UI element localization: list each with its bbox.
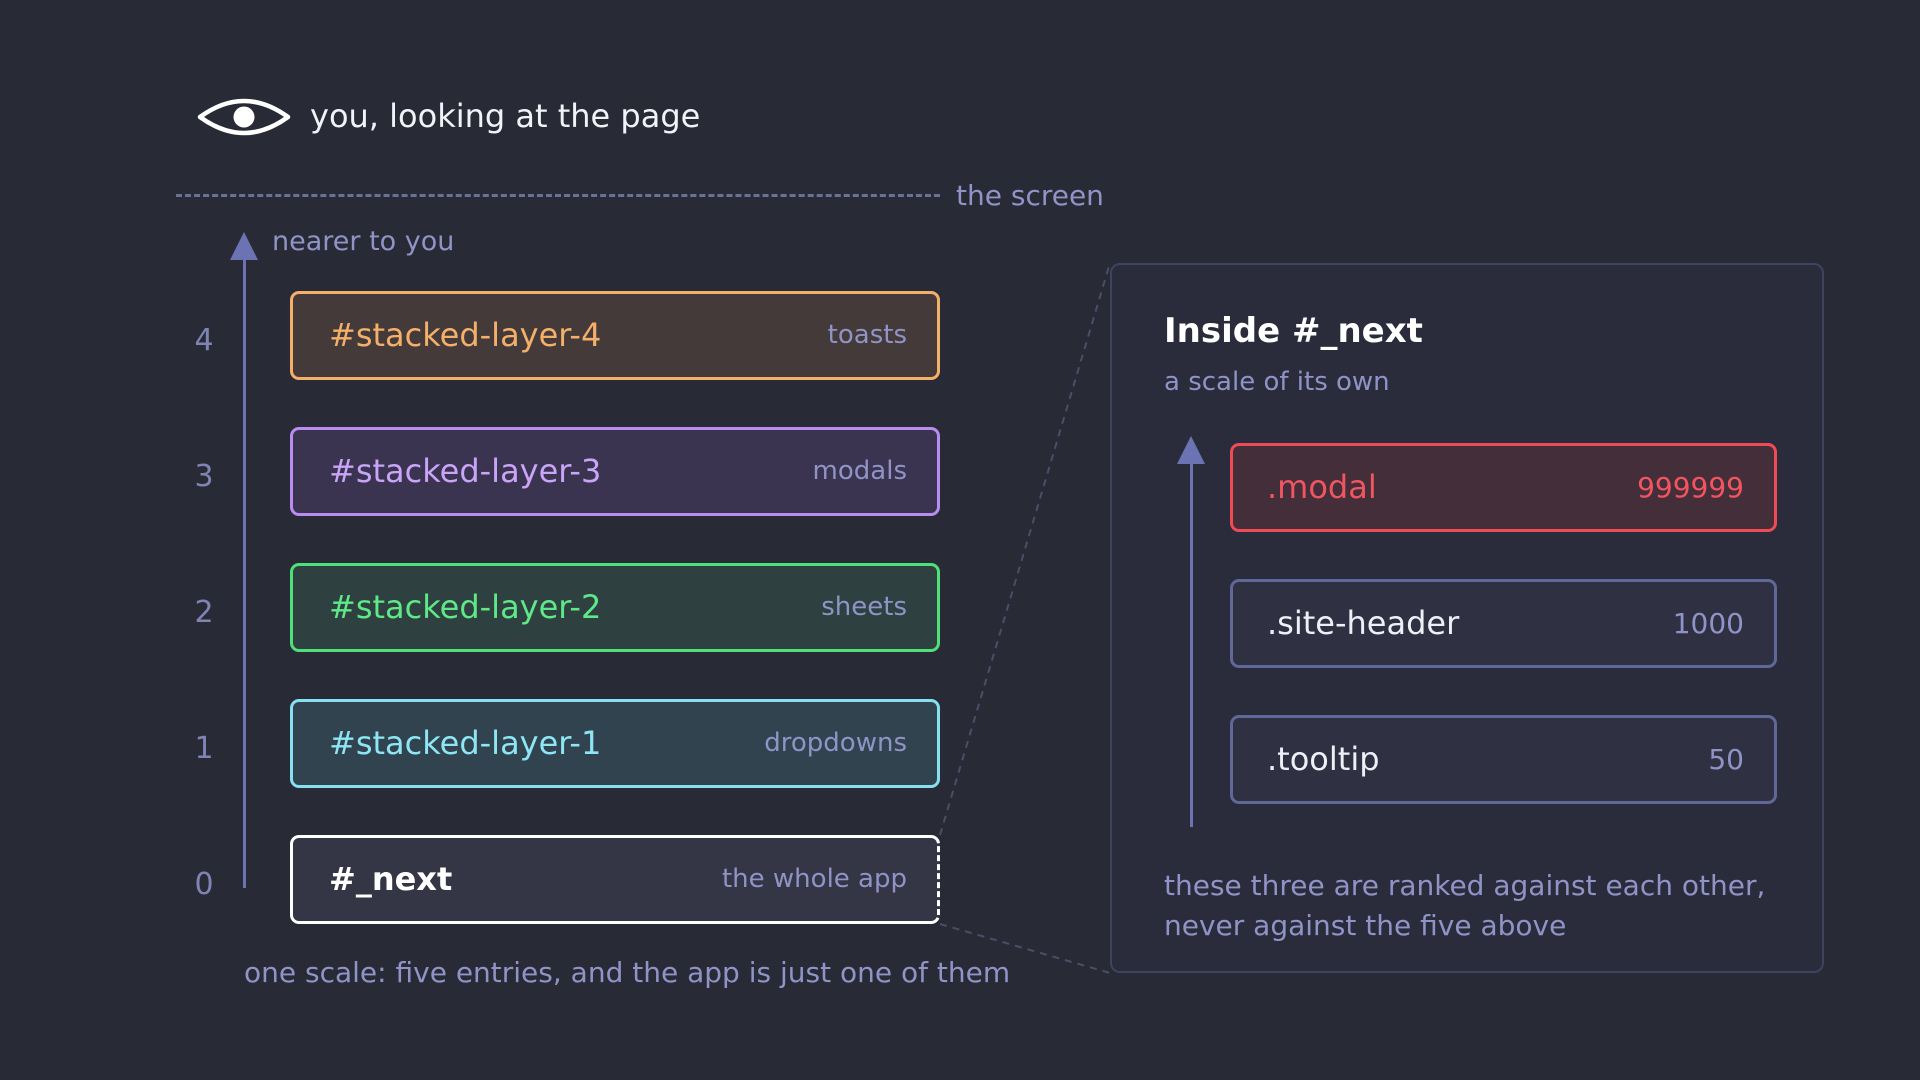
item-z-index: 50 xyxy=(1708,743,1744,776)
stack-caption: one scale: five entries, and the app is … xyxy=(244,956,1011,989)
layer-index: 0 xyxy=(194,867,214,902)
layer-box-stacked-layer-1: #stacked-layer-1 dropdowns xyxy=(290,699,940,788)
panel-note-line: these three are ranked against each othe… xyxy=(1164,869,1766,902)
axis-arrow-up-icon xyxy=(230,232,258,260)
panel-note-line: never against the five above xyxy=(1164,909,1567,942)
layer-name: #_next xyxy=(329,860,453,898)
panel-note: these three are ranked against each othe… xyxy=(1164,866,1784,946)
screen-label: the screen xyxy=(956,179,1104,212)
layer-box-stacked-layer-3: #stacked-layer-3 modals xyxy=(290,427,940,516)
item-name: .tooltip xyxy=(1267,740,1380,778)
screen-divider xyxy=(176,194,940,197)
inner-axis-arrow-up-icon xyxy=(1177,436,1205,464)
eye-icon xyxy=(197,98,291,136)
layer-name: #stacked-layer-3 xyxy=(329,452,602,490)
panel-subtitle: a scale of its own xyxy=(1164,367,1390,397)
layer-box-stacked-layer-4: #stacked-layer-4 toasts xyxy=(290,291,940,380)
item-name: .site-header xyxy=(1267,604,1460,642)
layer-role: modals xyxy=(812,456,907,486)
item-box-modal: .modal 999999 xyxy=(1230,443,1777,532)
panel-title: Inside #_next xyxy=(1164,311,1423,351)
diagram-stage: you, looking at the page the screen near… xyxy=(0,0,1920,1080)
item-name: .modal xyxy=(1267,468,1377,506)
viewer-caption: you, looking at the page xyxy=(310,97,701,135)
layer-role: dropdowns xyxy=(764,728,907,758)
layer-index: 1 xyxy=(194,731,214,766)
layer-role: toasts xyxy=(827,320,907,350)
layer-index: 4 xyxy=(194,323,214,358)
item-box-tooltip: .tooltip 50 xyxy=(1230,715,1777,804)
item-box-site-header: .site-header 1000 xyxy=(1230,579,1777,668)
inner-axis xyxy=(1190,455,1193,827)
layer-role: sheets xyxy=(821,592,907,622)
nearness-axis xyxy=(243,250,246,888)
layer-role: the whole app xyxy=(721,864,907,894)
layer-box-stacked-layer-2: #stacked-layer-2 sheets xyxy=(290,563,940,652)
layer-name: #stacked-layer-1 xyxy=(329,724,602,762)
axis-label: nearer to you xyxy=(272,226,455,257)
layer-index: 2 xyxy=(194,595,214,630)
layer-name: #stacked-layer-2 xyxy=(329,588,602,626)
layer-name: #stacked-layer-4 xyxy=(329,316,602,354)
layer-index: 3 xyxy=(194,459,214,494)
item-z-index: 1000 xyxy=(1672,607,1744,640)
layer-box-next: #_next the whole app xyxy=(290,835,940,924)
item-z-index: 999999 xyxy=(1637,471,1744,504)
